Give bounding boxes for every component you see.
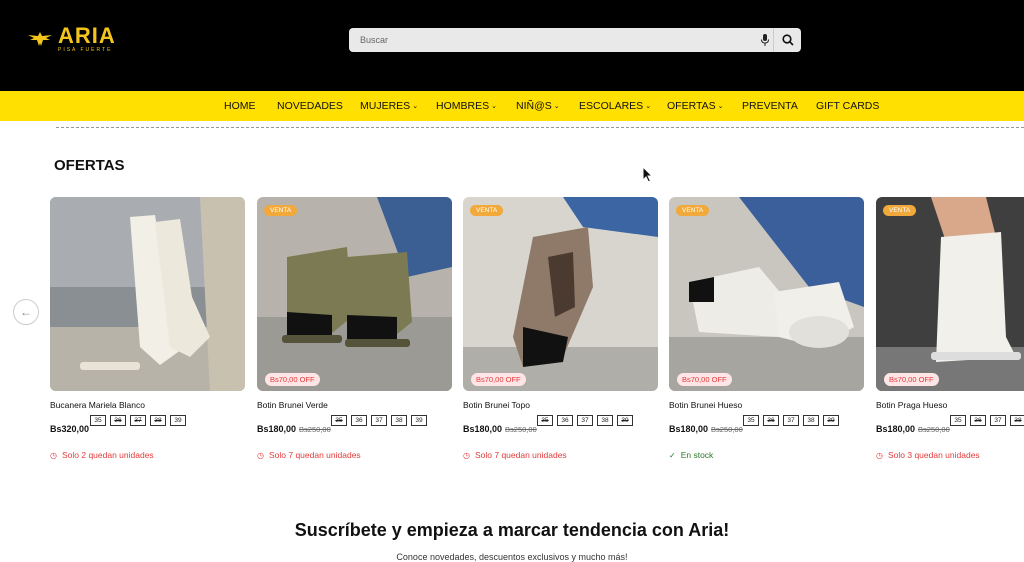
search-bar — [349, 28, 801, 52]
carousel-prev-button[interactable]: ← — [13, 299, 39, 325]
product-image[interactable]: VENTA Bs70,00 OFF — [876, 197, 1024, 391]
size-option[interactable]: 37 — [990, 415, 1006, 426]
nav-gift-cards[interactable]: GIFT CARDS — [816, 91, 879, 121]
discount-badge: Bs70,00 OFF — [677, 373, 732, 386]
main-nav: HOME NOVEDADES MUJERES ⌄ HOMBRES ⌄ NIÑ@S ⌄ … — [0, 91, 1024, 121]
old-price: Bs250,00 — [299, 425, 331, 434]
sale-badge: VENTA — [470, 205, 504, 216]
nav-ninos[interactable]: NIÑ@S ⌄ — [516, 91, 560, 121]
old-price: Bs250,00 — [918, 425, 950, 434]
product-price: Bs180,00 Bs250,00 — [257, 424, 331, 434]
size-option[interactable]: 37 — [371, 415, 387, 426]
nav-escolares[interactable]: ESCOLARES ⌄ — [579, 91, 651, 121]
size-option[interactable]: 36 — [351, 415, 367, 426]
size-options: 35 36 37 38 39 — [743, 415, 839, 426]
size-option[interactable]: 39 — [411, 415, 427, 426]
product-price: Bs180,00 Bs250,00 — [876, 424, 950, 434]
size-option[interactable]: 35 — [950, 415, 966, 426]
size-options: 35 36 37 38 39 — [90, 415, 186, 426]
mouse-cursor-icon — [642, 166, 654, 183]
chevron-down-icon: ⌄ — [412, 103, 419, 110]
product-price: Bs320,00 — [50, 424, 90, 434]
stock-status: ◷ Solo 7 quedan unidades — [463, 450, 567, 460]
nav-ofertas[interactable]: OFERTAS ⌄ — [667, 91, 724, 121]
subscribe-heading: Suscríbete y empieza a marcar tendencia … — [294, 520, 730, 540]
size-option: 37 — [130, 415, 146, 426]
size-option[interactable]: 38 — [803, 415, 819, 426]
stock-status: ◷ Solo 3 quedan unidades — [876, 450, 980, 460]
search-icon — [781, 34, 794, 46]
size-option: 35 — [537, 415, 553, 426]
product-card[interactable]: VENTA Bs70,00 OFF Botin Praga Hueso 35 3… — [876, 197, 1024, 467]
product-image[interactable] — [50, 197, 245, 391]
arrow-left-icon: ← — [20, 305, 32, 319]
size-option: 35 — [331, 415, 347, 426]
microphone-icon[interactable] — [759, 33, 771, 47]
stock-status: ◷ Solo 2 quedan unidades — [50, 450, 154, 460]
size-option: 38 — [150, 415, 166, 426]
clock-icon: ◷ — [463, 450, 470, 460]
size-option[interactable]: 38 — [391, 415, 407, 426]
size-option[interactable]: 35 — [743, 415, 759, 426]
old-price: Bs250,00 — [711, 425, 743, 434]
stock-status: ✓ En stock — [669, 450, 714, 460]
discount-badge: Bs70,00 OFF — [884, 373, 939, 386]
stock-status: ◷ Solo 7 quedan unidades — [257, 450, 361, 460]
sale-badge: VENTA — [264, 205, 298, 216]
size-option: 39 — [823, 415, 839, 426]
product-image[interactable]: VENTA Bs70,00 OFF — [669, 197, 864, 391]
size-option[interactable]: 39 — [170, 415, 186, 426]
product-name[interactable]: Botin Praga Hueso — [876, 400, 947, 410]
product-price: Bs180,00 Bs250,00 — [463, 424, 537, 434]
size-option[interactable]: 38 — [597, 415, 613, 426]
product-name[interactable]: Bucanera Mariela Blanco — [50, 400, 145, 410]
size-option: 39 — [617, 415, 633, 426]
size-option: 36 — [763, 415, 779, 426]
chevron-down-icon: ⌄ — [491, 103, 497, 110]
size-option: 36 — [110, 415, 126, 426]
size-option: 38 — [1010, 415, 1024, 426]
brand-tagline: PISA FUERTE — [58, 47, 113, 53]
search-input[interactable] — [349, 28, 749, 52]
size-option[interactable]: 37 — [783, 415, 799, 426]
section-title: OFERTAS — [54, 157, 125, 174]
discount-badge: Bs70,00 OFF — [471, 373, 526, 386]
brand-logo[interactable]: ARIA PISA FUERTE — [26, 25, 116, 53]
chevron-down-icon: ⌄ — [645, 103, 652, 110]
clock-icon: ◷ — [50, 450, 57, 460]
product-name[interactable]: Botin Brunei Hueso — [669, 400, 742, 410]
size-option[interactable]: 36 — [557, 415, 573, 426]
product-price: Bs180,00 Bs250,00 — [669, 424, 743, 434]
size-options: 35 36 37 38 39 — [537, 415, 633, 426]
nav-preventa[interactable]: PREVENTA — [742, 91, 798, 121]
old-price: Bs250,00 — [505, 425, 537, 434]
eagle-logo-icon — [28, 32, 52, 46]
nav-mujeres[interactable]: MUJERES ⌄ — [360, 91, 418, 121]
subscribe-subtitle: Conoce novedades, descuentos exclusivos … — [396, 552, 628, 562]
divider — [56, 127, 1024, 128]
header: ARIA PISA FUERTE — [0, 0, 1024, 91]
checkmark-icon: ✓ — [669, 450, 676, 460]
nav-home[interactable]: HOME — [224, 91, 256, 121]
brand-name: ARIA — [58, 23, 116, 48]
clock-icon: ◷ — [876, 450, 883, 460]
clock-icon: ◷ — [257, 450, 264, 460]
product-name[interactable]: Botin Brunei Verde — [257, 400, 328, 410]
size-option: 36 — [970, 415, 986, 426]
sale-badge: VENTA — [676, 205, 710, 216]
discount-badge: Bs70,00 OFF — [265, 373, 320, 386]
size-option[interactable]: 35 — [90, 415, 106, 426]
sale-badge: VENTA — [883, 205, 917, 216]
chevron-down-icon: ⌄ — [553, 103, 560, 110]
nav-novedades[interactable]: NOVEDADES — [277, 91, 343, 121]
product-name[interactable]: Botin Brunei Topo — [463, 400, 530, 410]
size-options: 35 36 37 38 39 — [331, 415, 427, 426]
nav-hombres[interactable]: HOMBRES ⌄ — [436, 91, 497, 121]
size-options: 35 36 37 38 — [950, 415, 1024, 426]
product-image[interactable]: VENTA Bs70,00 OFF — [257, 197, 452, 391]
size-option[interactable]: 37 — [577, 415, 593, 426]
search-button[interactable] — [773, 28, 801, 52]
chevron-down-icon: ⌄ — [717, 103, 724, 110]
product-image[interactable]: VENTA Bs70,00 OFF — [463, 197, 658, 391]
